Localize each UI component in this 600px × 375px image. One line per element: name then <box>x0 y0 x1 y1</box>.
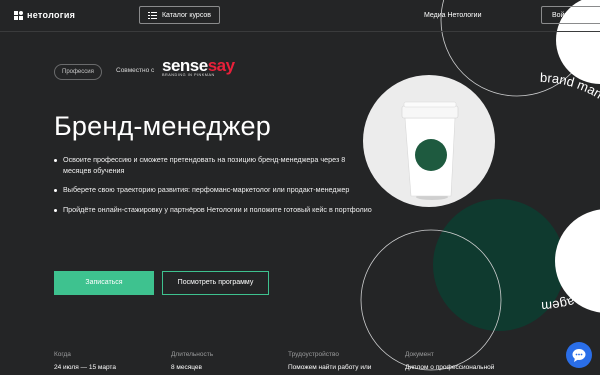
catalog-button[interactable]: Каталог курсов <box>139 6 220 24</box>
chat-bubble-icon <box>572 349 586 362</box>
fact-document: Документ Диплом о профессиональной <box>405 351 522 371</box>
benefit-item: Выберете свою траекторию развития: перфо… <box>54 185 374 196</box>
logo-mark-icon <box>14 10 23 20</box>
menu-list-icon <box>147 11 157 19</box>
fact-label: Документ <box>405 351 434 358</box>
fact-label: Трудоустройство <box>288 351 340 358</box>
netology-logo[interactable]: нетология <box>14 10 75 20</box>
cup-circle <box>363 75 495 207</box>
fact-value: 8 месяцев <box>171 364 202 371</box>
partner-logo: sensesay BRANDING IN PINKMAN <box>162 56 235 77</box>
catalog-label: Каталог курсов <box>161 11 212 19</box>
cup-badge <box>415 139 447 171</box>
benefit-item: Освоите профессию и сможете претендовать… <box>54 155 374 176</box>
fact-employment: Трудоустройство Поможем найти работу или <box>288 351 405 371</box>
fact-value: Диплом о профессиональной <box>405 364 495 371</box>
enroll-button[interactable]: Записаться <box>54 271 154 295</box>
fact-label: Длительность <box>171 351 214 358</box>
fact-duration: Длительность 8 месяцев <box>171 351 288 371</box>
collab-label: Совместно с <box>116 67 155 74</box>
white-circle-bottom-right <box>555 209 600 313</box>
top-header: нетология Каталог курсов Медиа Нетологии… <box>0 0 600 32</box>
fact-value: Поможем найти работу или <box>288 364 372 371</box>
chat-button[interactable] <box>566 342 592 368</box>
logo-text: нетология <box>27 10 76 20</box>
benefits-list: Освоите профессию и сможете претендовать… <box>54 155 374 224</box>
outline-circle-bottom <box>360 229 502 371</box>
login-button[interactable]: Войти <box>541 6 600 24</box>
view-program-button[interactable]: Посмотреть программу <box>162 271 269 295</box>
coffee-cup-image <box>401 101 459 200</box>
green-circle <box>433 199 565 331</box>
profession-chip: Профессия <box>54 64 102 80</box>
fact-label: Когда <box>54 351 71 358</box>
fact-value: 24 июля — 15 марта <box>54 364 116 371</box>
fact-dates: Когда 24 июля — 15 марта <box>54 351 171 371</box>
page-title: Бренд-менеджер <box>54 111 271 141</box>
benefit-item: Пройдёте онлайн-стажировку у партнёров Н… <box>54 205 374 216</box>
media-link[interactable]: Медиа Нетологии <box>424 12 482 19</box>
course-facts: Когда 24 июля — 15 марта Длительность 8 … <box>54 351 522 371</box>
